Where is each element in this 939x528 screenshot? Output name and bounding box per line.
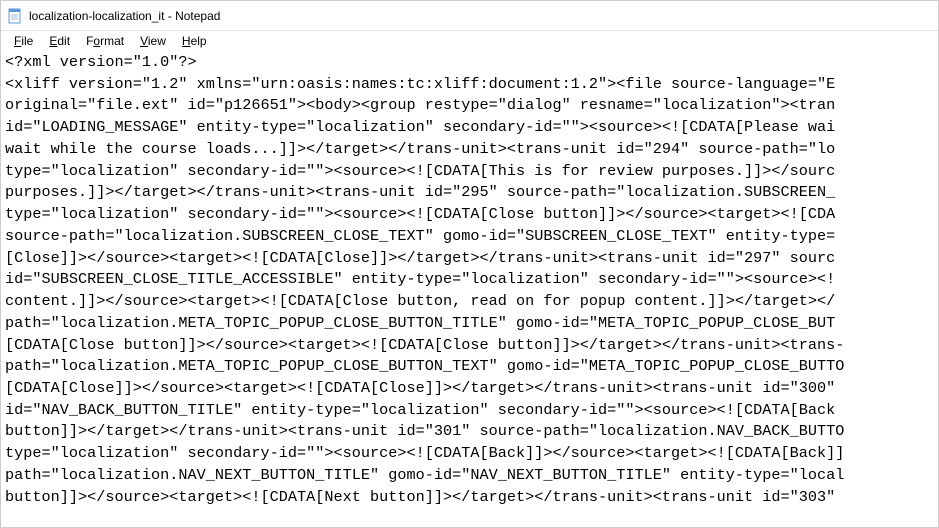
text-content[interactable]: <?xml version="1.0"?> <xliff version="1.… [1,51,938,509]
menu-bar: File Edit Format View Help [1,31,938,51]
title-bar[interactable]: localization-localization_it - Notepad [1,1,938,31]
menu-file[interactable]: File [7,33,40,49]
window-title: localization-localization_it - Notepad [29,9,220,23]
menu-view[interactable]: View [133,33,173,49]
menu-help[interactable]: Help [175,33,214,49]
menu-format[interactable]: Format [79,33,131,49]
notepad-icon [7,8,23,24]
menu-edit[interactable]: Edit [42,33,77,49]
